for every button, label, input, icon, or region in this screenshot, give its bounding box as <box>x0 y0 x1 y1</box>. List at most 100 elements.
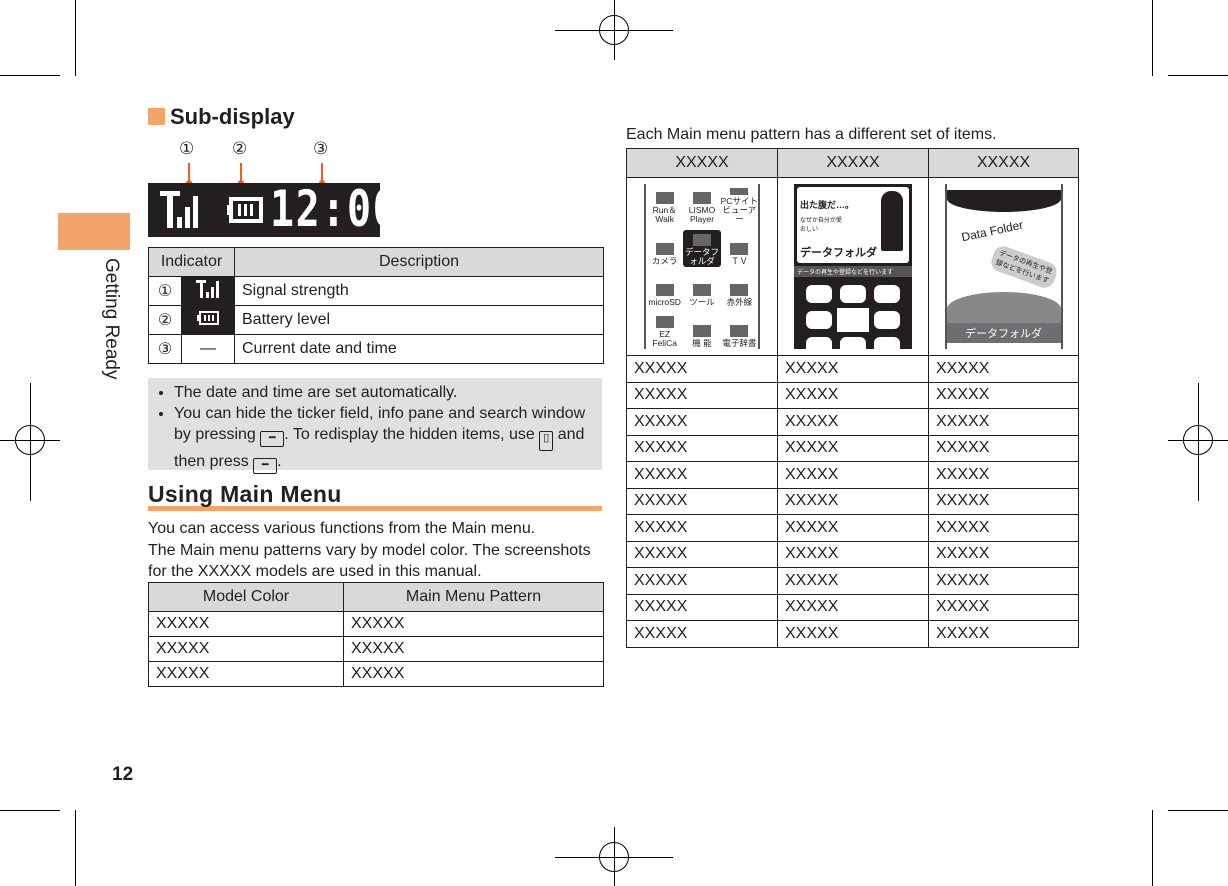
table-row: ③ — Current date and time <box>148 334 604 364</box>
menu-item: 電子辞書 <box>721 312 758 349</box>
menu-item-label: Run＆Walk <box>652 205 677 225</box>
crop-mark <box>1168 75 1228 76</box>
crop-mark <box>1198 383 1199 501</box>
row-number: ① <box>148 276 182 306</box>
row-number: ② <box>148 305 182 335</box>
row-indicator: — <box>181 334 235 364</box>
page-number: 12 <box>112 764 134 785</box>
signal-icon <box>181 276 235 306</box>
col-header: Main Menu Pattern <box>343 582 604 612</box>
town-image <box>946 292 1061 326</box>
menu-item: 機 能 <box>683 312 720 349</box>
cell: XXXXX <box>928 620 1079 648</box>
cell: XXXXX <box>148 611 344 637</box>
table-row: XXXXX XXXXX XXXXX <box>626 540 1079 568</box>
table-row: XXXXX XXXXX XXXXX <box>626 514 1079 542</box>
cell: XXXXX <box>626 593 778 621</box>
cell: XXXXX <box>626 567 778 595</box>
menu-item-label: 赤外線 <box>726 296 753 307</box>
cell: XXXXX <box>928 540 1079 568</box>
paragraph: The Main menu patterns vary by model col… <box>148 542 591 580</box>
note-text: . <box>277 453 282 470</box>
table-row: XXXXX XXXXX XXXXX <box>626 461 1079 489</box>
menu-item: Run＆Walk <box>646 188 683 225</box>
col-header: Indicator <box>148 247 235 277</box>
menu-item-icon <box>655 192 674 205</box>
menu-item-label: EZ FeliCa <box>652 329 677 348</box>
menu-item-icon <box>692 325 711 337</box>
menu-item-label: PCサイトビューアー <box>720 196 758 225</box>
menu-item-icon <box>692 283 711 296</box>
subdisplay-heading: Sub-display <box>148 104 295 130</box>
table-row: ① Signal strength <box>148 276 604 306</box>
screen-bubble: データの再生や登録などを行います <box>988 243 1059 291</box>
battery-icon <box>181 305 235 335</box>
cell: XXXXX <box>626 461 778 489</box>
crop-mark <box>1168 810 1228 811</box>
menu-item-label: データフォルダ <box>684 246 719 266</box>
crop-mark <box>75 810 76 886</box>
cell: XXXXX <box>928 593 1079 621</box>
model-color-table: Model Color Main Menu Pattern XXXXX XXXXX … <box>148 582 604 687</box>
cell: XXXXX <box>928 381 1079 409</box>
cell: XXXXX <box>626 355 778 383</box>
crop-mark <box>614 827 615 886</box>
menu-item-label: 電子辞書 <box>722 338 757 348</box>
cell: XXXXX <box>928 514 1079 542</box>
cell: XXXXX <box>928 461 1079 489</box>
menu-item-icon <box>655 316 674 328</box>
table-row: XXXXX XXXXX XXXXX <box>626 620 1079 648</box>
menu-item: PCサイトビューアー <box>721 188 758 225</box>
manual-page: Getting Ready 12 Sub-display ① ② ③ 12:00… <box>0 0 1228 886</box>
cell: XXXXX <box>148 636 344 662</box>
navigation-key-icon: ▯ <box>539 431 554 451</box>
crop-mark <box>75 0 76 76</box>
menu-item-label: LISMO Player <box>688 205 716 225</box>
heading-square-icon <box>148 108 165 125</box>
crop-mark <box>614 0 615 60</box>
col-header: XXXXX <box>928 148 1079 178</box>
screen-sub: なぜか自分が愛おしい <box>800 218 843 233</box>
table-row: XXXXX XXXXX XXXXX <box>626 408 1079 436</box>
table-row: ② Battery level <box>148 305 604 335</box>
paragraph: You can access various functions from th… <box>148 520 536 537</box>
table-row: XXXXX XXXXX XXXXX <box>626 381 1079 409</box>
section-tab <box>58 213 130 250</box>
crop-mark <box>1152 0 1153 76</box>
cell: XXXXX <box>928 408 1079 436</box>
row-description: Signal strength <box>234 276 604 306</box>
menu-pattern-table: XXXXX XXXXX XXXXX Run＆Walk LISMO Player PCサイ… <box>626 148 1079 648</box>
menu-item-label: ツール <box>689 296 715 307</box>
cell: XXXXX <box>777 593 929 621</box>
section-label-text: Getting Ready <box>101 258 122 380</box>
cell: XXXXX <box>777 434 929 462</box>
screen-title: データフォルダ <box>946 323 1061 343</box>
cell: XXXXX <box>777 514 929 542</box>
menu-item: EZ FeliCa <box>646 312 683 349</box>
notes-box: The date and time are set automatically.… <box>148 378 602 474</box>
row-number: ③ <box>148 334 182 364</box>
cell: XXXXX <box>928 355 1079 383</box>
silhouette-grid <box>794 277 912 363</box>
menu-item-icon <box>730 325 749 337</box>
menu-item-label: ＴＶ <box>730 255 748 266</box>
table-row: XXXXX XXXXX XXXXX <box>626 487 1079 515</box>
table-row: XXXXX XXXXX XXXXX <box>626 593 1079 621</box>
table-row: XXXXX XXXXX <box>148 636 604 662</box>
col-header: Model Color <box>148 582 344 612</box>
cell: XXXXX <box>777 540 929 568</box>
cell: XXXXX <box>777 487 929 515</box>
cell: XXXXX <box>626 540 778 568</box>
menu-item-label: microSD <box>648 296 681 307</box>
note-item: You can hide the ticker field, info pane… <box>174 403 602 474</box>
standard-menu-screenshot: Run＆Walk LISMO Player PCサイトビューアー カメラ データフォルダ… <box>644 184 760 349</box>
screenshot-cell: Data Folder データの再生や登録などを行います データフォルダ <box>928 177 1079 356</box>
table-row: XXXXX XXXXX <box>148 661 604 687</box>
battery-icon <box>227 197 263 223</box>
table-row: XXXXX XXXXX XXXXX <box>626 434 1079 462</box>
cell: XXXXX <box>626 620 778 648</box>
menu-item: ツール <box>683 271 720 308</box>
cell: XXXXX <box>777 567 929 595</box>
row-description: Current date and time <box>234 334 604 364</box>
end-call-key-icon: ━ <box>253 458 278 474</box>
